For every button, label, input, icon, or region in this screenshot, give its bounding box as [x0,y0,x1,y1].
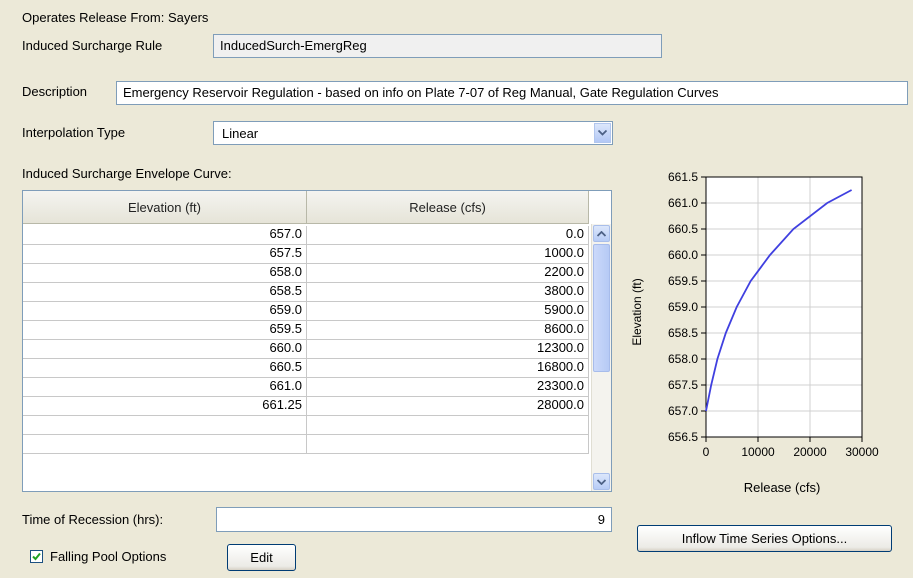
y-tick-label: 660.5 [668,222,698,236]
recession-label: Time of Recession (hrs): [22,512,164,527]
table-row[interactable]: 661.0 23300.0 [23,378,589,397]
y-tick-label: 661.5 [668,170,698,184]
rule-label: Induced Surcharge Rule [22,38,163,53]
elevation-cell[interactable]: 659.0 [23,302,307,321]
elevation-cell[interactable]: 660.0 [23,340,307,359]
elevation-cell[interactable] [23,416,307,435]
operates-release-label: Operates Release From: Sayers [22,10,209,25]
operates-release-value: Sayers [167,10,209,25]
table-row[interactable]: 661.25 28000.0 [23,397,589,416]
y-tick-label: 656.5 [668,430,698,444]
envelope-curve-table[interactable]: Elevation (ft) Release (cfs) 657.0 0.0 657… [22,190,612,492]
table-row[interactable]: 659.5 8600.0 [23,321,589,340]
release-cell[interactable]: 16800.0 [307,359,589,378]
interpolation-select[interactable]: Linear [213,121,613,145]
interpolation-selected-value: Linear [222,126,259,141]
y-tick-label: 659.0 [668,300,698,314]
elevation-cell[interactable]: 657.0 [23,226,307,245]
table-row[interactable]: 657.0 0.0 [23,226,589,245]
y-tick-label: 660.0 [668,248,698,262]
interpolation-label: Interpolation Type [22,125,126,140]
elevation-cell[interactable]: 657.5 [23,245,307,264]
edit-button[interactable]: Edit [227,544,296,571]
table-row[interactable]: 660.0 12300.0 [23,340,589,359]
release-cell[interactable]: 3800.0 [307,283,589,302]
table-header: Elevation (ft) Release (cfs) [23,191,589,224]
table-row[interactable] [23,435,589,454]
y-tick-label: 657.0 [668,404,698,418]
envelope-curve-label: Induced Surcharge Envelope Curve: [22,166,232,181]
release-cell[interactable]: 0.0 [307,226,589,245]
y-tick-label: 661.0 [668,196,698,210]
release-cell[interactable]: 28000.0 [307,397,589,416]
falling-pool-checkbox[interactable] [30,550,43,563]
release-cell[interactable] [307,435,589,454]
scroll-down-icon[interactable] [593,473,610,490]
elevation-cell[interactable]: 661.25 [23,397,307,416]
elevation-cell[interactable]: 658.0 [23,264,307,283]
elevation-cell[interactable] [23,435,307,454]
description-field[interactable]: Emergency Reservoir Regulation - based o… [116,81,908,105]
elevation-cell[interactable]: 661.0 [23,378,307,397]
y-tick-label: 658.0 [668,352,698,366]
recession-field[interactable]: 9 [216,507,612,532]
scroll-thumb[interactable] [593,244,610,372]
y-tick-label: 658.5 [668,326,698,340]
description-label: Description [22,84,88,99]
release-cell[interactable]: 12300.0 [307,340,589,359]
inflow-time-series-options-button[interactable]: Inflow Time Series Options... [637,525,892,552]
rule-name-field[interactable]: InducedSurch-EmergReg [213,34,662,58]
table-row[interactable]: 658.5 3800.0 [23,283,589,302]
table-vertical-scrollbar[interactable] [591,224,611,491]
table-row[interactable]: 659.0 5900.0 [23,302,589,321]
release-cell[interactable]: 23300.0 [307,378,589,397]
table-row[interactable]: 657.5 1000.0 [23,245,589,264]
scroll-up-icon[interactable] [593,225,610,242]
falling-pool-label: Falling Pool Options [50,549,167,564]
table-row[interactable]: 658.0 2200.0 [23,264,589,283]
y-tick-label: 657.5 [668,378,698,392]
x-tick-label: 10000 [741,445,775,459]
table-row[interactable]: 660.5 16800.0 [23,359,589,378]
elevation-cell[interactable]: 658.5 [23,283,307,302]
y-tick-label: 659.5 [668,274,698,288]
release-cell[interactable]: 5900.0 [307,302,589,321]
y-axis-label: Elevation (ft) [630,278,644,345]
x-tick-label: 30000 [845,445,879,459]
x-tick-label: 20000 [793,445,827,459]
table-row[interactable] [23,416,589,435]
dropdown-arrow-icon[interactable] [594,123,611,143]
elevation-cell[interactable]: 659.5 [23,321,307,340]
release-cell[interactable]: 2200.0 [307,264,589,283]
column-header-elevation[interactable]: Elevation (ft) [23,191,307,224]
elevation-cell[interactable]: 660.5 [23,359,307,378]
x-axis-label: Release (cfs) [744,480,821,495]
column-header-release[interactable]: Release (cfs) [307,191,589,224]
checkmark-icon [32,552,41,561]
release-cell[interactable] [307,416,589,435]
envelope-curve-chart: 661.5 661.0 660.5 660.0 659.5 659.0 658.5 658.0… [630,170,879,495]
release-cell[interactable]: 8600.0 [307,321,589,340]
release-cell[interactable]: 1000.0 [307,245,589,264]
x-tick-label: 0 [703,445,710,459]
